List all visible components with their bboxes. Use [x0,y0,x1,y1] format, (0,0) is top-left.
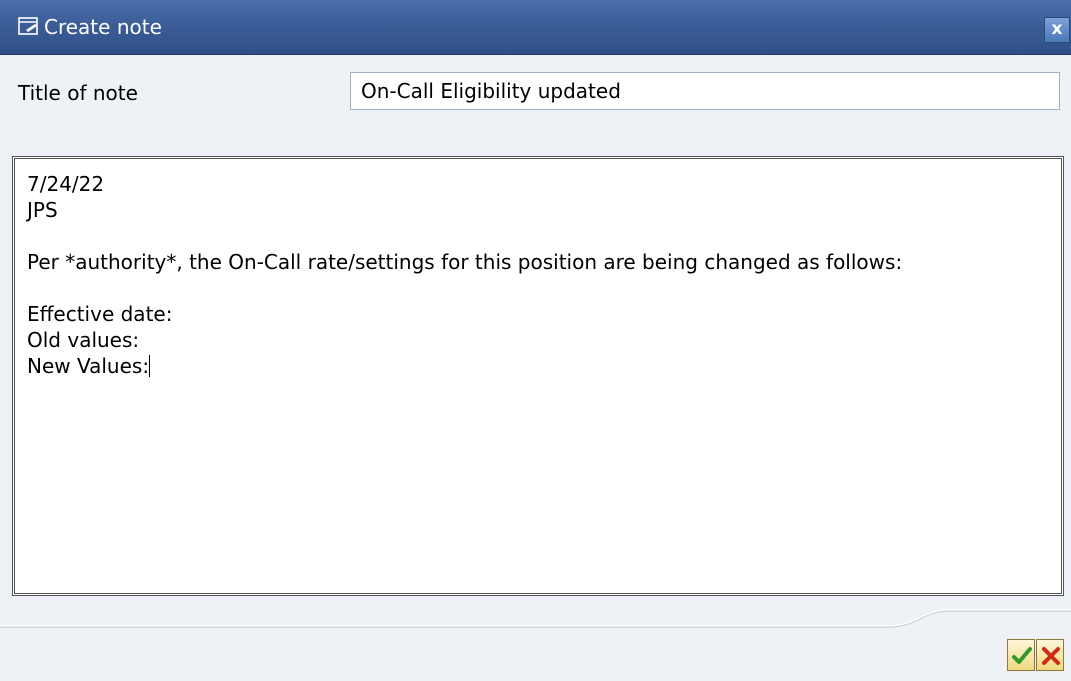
footer-separator [0,609,1071,628]
title-bar: Create note x [0,0,1071,55]
note-text-line: JPS [27,198,58,222]
x-icon [1042,647,1060,665]
note-text-line: Effective date: [27,302,173,326]
note-text-editor[interactable]: 7/24/22 JPS Per *authority*, the On-Call r… [12,156,1064,596]
note-text-line: Per *authority*, the On-Call rate/settin… [27,250,903,274]
note-text-line [27,223,1049,249]
confirm-button[interactable] [1007,639,1035,671]
cancel-button[interactable] [1036,639,1064,671]
checkmark-icon [1012,647,1032,664]
note-text-line: 7/24/22 [27,172,105,196]
dialog-title: Create note [44,15,162,39]
text-cursor [149,355,151,377]
note-text-line: New Values: [27,354,151,378]
title-of-note-label: Title of note [18,81,138,105]
create-note-icon [18,17,38,35]
create-note-dialog: Create note x Title of note 7/24/22JPS Pe… [0,0,1071,681]
title-of-note-input[interactable] [350,72,1060,110]
close-button[interactable]: x [1044,17,1070,43]
note-text-line: Old values: [27,328,140,352]
note-text-content[interactable]: 7/24/22 JPS Per *authority*, the On-Call r… [15,159,1061,593]
note-text-line [27,275,1049,301]
